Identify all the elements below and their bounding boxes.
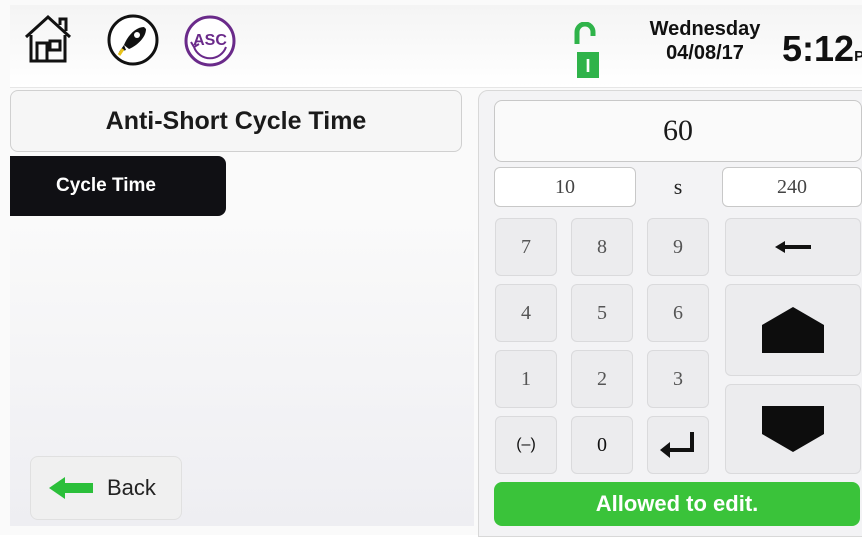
home-icon[interactable] <box>20 11 76 72</box>
key-9[interactable]: 9 <box>647 218 709 276</box>
up-arrow-icon <box>762 307 824 353</box>
weekday-text: Wednesday <box>649 18 761 40</box>
date-text: 04/08/17 <box>666 42 744 64</box>
decrement-key[interactable] <box>725 384 861 474</box>
key-0[interactable]: 0 <box>571 416 633 474</box>
enter-icon <box>660 432 694 458</box>
ampm-text: PM <box>854 48 862 65</box>
edit-status-banner: Allowed to edit. <box>494 482 860 526</box>
down-arrow-icon <box>762 406 824 452</box>
key-2[interactable]: 2 <box>571 350 633 408</box>
lock-mode-label: I <box>585 56 590 76</box>
unlock-indicator: I <box>573 21 603 82</box>
key-8[interactable]: 8 <box>571 218 633 276</box>
key-5[interactable]: 5 <box>571 284 633 342</box>
increment-key[interactable] <box>725 284 861 376</box>
value-display[interactable]: 60 <box>494 100 862 162</box>
time-text: 5:12 <box>782 28 855 69</box>
key-6[interactable]: 6 <box>647 284 709 342</box>
cycle-time-button[interactable]: Cycle Time <box>10 156 226 216</box>
unit-label: s <box>673 174 683 199</box>
key-7[interactable]: 7 <box>495 218 557 276</box>
header-bar: ASC I Wednesday 04/08/17 5:12PM <box>10 5 862 88</box>
app-screen: ASC I Wednesday 04/08/17 5:12PM Anti-Sho… <box>0 0 862 537</box>
enter-key[interactable] <box>647 416 709 474</box>
rocket-icon[interactable] <box>106 13 160 72</box>
key-1[interactable]: 1 <box>495 350 557 408</box>
backspace-arrow-icon <box>775 241 811 253</box>
backspace-key[interactable] <box>725 218 861 276</box>
key-4[interactable]: 4 <box>495 284 557 342</box>
back-arrow-icon <box>49 477 93 499</box>
key-3[interactable]: 3 <box>647 350 709 408</box>
date-display: Wednesday 04/08/17 <box>630 17 780 65</box>
key-negate[interactable]: (–) <box>495 416 557 474</box>
back-button[interactable]: Back <box>30 456 182 520</box>
max-value: 240 <box>722 167 862 207</box>
asc-icon-label: ASC <box>193 32 227 49</box>
asc-icon[interactable]: ASC <box>182 13 238 74</box>
back-label: Back <box>107 475 156 500</box>
page-title: Anti-Short Cycle Time <box>10 90 462 152</box>
min-value: 10 <box>494 167 636 207</box>
clock: 5:12PM <box>782 28 862 70</box>
